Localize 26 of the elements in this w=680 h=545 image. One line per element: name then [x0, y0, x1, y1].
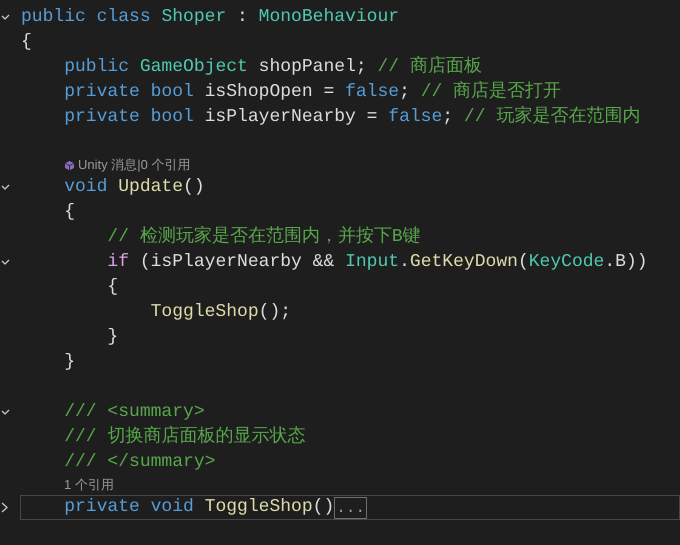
code-line: if (isPlayerNearby && Input.GetKeyDown(KeyCode.B))	[106, 251, 648, 274]
code-line: // 检测玩家是否在范围内，并按下B键	[106, 225, 421, 249]
fold-expanded-icon[interactable]	[1, 14, 10, 21]
code-lens[interactable]: Unity 消息|0 个引用	[78, 155, 190, 175]
code-line: }	[63, 351, 76, 374]
code-line: {	[106, 276, 118, 299]
code-line: }	[106, 326, 118, 349]
code-line: private bool isShopOpen = false; // 商店是否打开	[63, 80, 562, 104]
code-line: void Update()	[63, 176, 205, 199]
code-line: public GameObject shopPanel; // 商店面板	[63, 55, 482, 79]
code-line: {	[21, 31, 32, 54]
cube-icon	[64, 160, 75, 170]
code-line: private void ToggleShop()	[63, 496, 334, 519]
code-line: public class Shoper : MonoBehaviour	[21, 6, 400, 29]
fold-expanded-icon[interactable]	[1, 184, 10, 191]
code-line: /// <summary>	[63, 401, 205, 424]
fold-collapsed-icon[interactable]	[1, 502, 8, 513]
code-lens[interactable]: 1 个引用	[64, 475, 114, 495]
code-line: private bool isPlayerNearby = false; // 玩家是否在范围内	[63, 105, 640, 129]
fold-expanded-icon[interactable]	[1, 259, 10, 266]
code-line: {	[63, 201, 76, 224]
code-line: /// </summary>	[63, 451, 216, 474]
fold-expanded-icon[interactable]	[1, 409, 10, 416]
code-line: /// 切换商店面板的显示状态	[63, 425, 306, 449]
code-line: ToggleShop();	[150, 301, 292, 324]
collapsed-code-marker[interactable]: ...	[334, 496, 368, 518]
